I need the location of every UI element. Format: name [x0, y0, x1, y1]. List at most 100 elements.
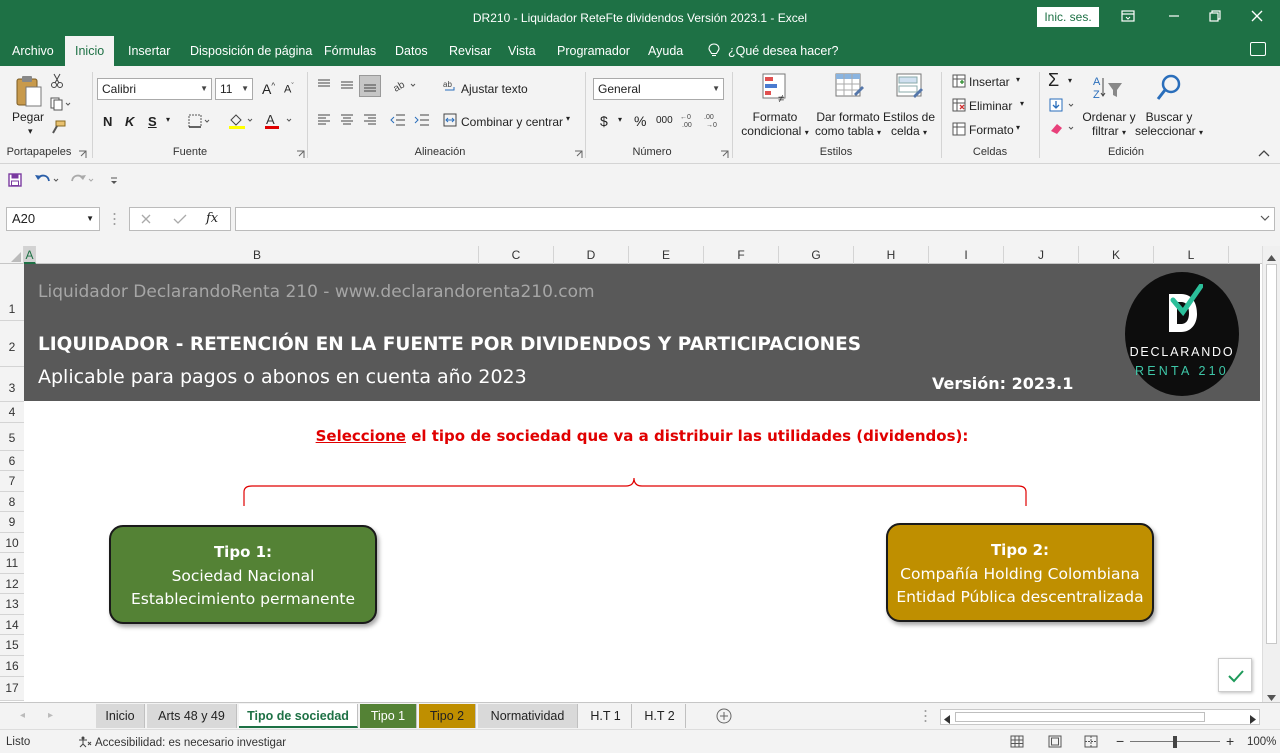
bold-button[interactable]: N	[103, 114, 112, 129]
column-header[interactable]: K	[1079, 246, 1154, 264]
tab-disposicion-de-pagina[interactable]: Disposición de página	[180, 36, 322, 66]
increase-decimal-icon[interactable]: ←0.00	[680, 111, 698, 132]
row-header[interactable]: 4	[0, 402, 24, 423]
prev-sheet-icon[interactable]: ◂	[20, 710, 25, 721]
column-header[interactable]: H	[854, 246, 929, 264]
tab-datos[interactable]: Datos	[385, 36, 438, 66]
comments-icon[interactable]	[1250, 42, 1266, 56]
conditional-format-label[interactable]: Formato condicional ▾	[740, 110, 810, 138]
row-header[interactable]: 12	[0, 574, 24, 594]
page-break-view-icon[interactable]	[1084, 735, 1098, 751]
accessibility-status[interactable]: Accesibilidad: es necesario investigar	[78, 736, 286, 749]
tab-formulas[interactable]: Fórmulas	[314, 36, 386, 66]
formula-input[interactable]	[235, 207, 1275, 231]
tab-insertar[interactable]: Insertar	[118, 36, 180, 66]
paste-label[interactable]: Pegar	[12, 110, 44, 124]
insert-cells-label[interactable]: Insertar	[969, 75, 1010, 89]
sort-filter-label[interactable]: Ordenar y filtrar ▾	[1080, 110, 1138, 138]
row-header[interactable]: 7	[0, 471, 24, 492]
insert-function-icon[interactable]: fx	[206, 211, 218, 226]
worksheet-grid[interactable]: Liquidador DeclarandoRenta 210 - www.dec…	[24, 264, 1262, 701]
align-bottom-icon[interactable]	[359, 75, 381, 97]
row-header[interactable]: 16	[0, 656, 24, 677]
format-cells-icon[interactable]	[952, 122, 966, 139]
find-select-icon[interactable]	[1155, 73, 1183, 106]
next-sheet-icon[interactable]: ▸	[48, 710, 53, 721]
delete-cells-label[interactable]: Eliminar	[969, 99, 1012, 113]
font-name-select[interactable]: Calibri ▼	[97, 78, 212, 100]
align-top-icon[interactable]	[317, 78, 331, 95]
increase-font-icon[interactable]: A^	[262, 81, 275, 97]
italic-button[interactable]: K	[125, 114, 134, 129]
undo-icon[interactable]	[34, 172, 60, 191]
autosum-dropdown-icon[interactable]: ▾	[1068, 76, 1072, 85]
decrease-indent-icon[interactable]	[390, 114, 406, 129]
column-header[interactable]: A	[24, 246, 36, 264]
row-header[interactable]: 13	[0, 594, 24, 615]
align-right-icon[interactable]	[363, 114, 377, 129]
sheet-tab-tipo-2[interactable]: Tipo 2	[419, 704, 476, 728]
align-center-icon[interactable]	[340, 114, 354, 129]
format-painter-icon[interactable]	[50, 120, 66, 137]
horizontal-scrollbar[interactable]	[940, 709, 1260, 725]
zoom-level[interactable]: 100%	[1247, 736, 1276, 748]
row-header[interactable]: 9	[0, 512, 24, 533]
row-header[interactable]: 14	[0, 615, 24, 635]
column-header[interactable]: I	[929, 246, 1004, 264]
vertical-scroll-thumb[interactable]	[1266, 264, 1277, 644]
decrease-font-icon[interactable]: Aˇ	[284, 83, 294, 96]
paste-icon[interactable]	[14, 74, 44, 113]
tab-ayuda[interactable]: Ayuda	[638, 36, 693, 66]
borders-icon[interactable]	[188, 114, 212, 131]
vertical-scrollbar[interactable]	[1262, 246, 1280, 702]
name-box[interactable]: A20 ▼	[6, 207, 100, 231]
sheet-tab-ht-1[interactable]: H.T 1	[580, 704, 632, 728]
scroll-left-icon[interactable]	[944, 713, 950, 727]
percent-button[interactable]: %	[634, 113, 646, 129]
alignment-launcher-icon[interactable]	[574, 148, 583, 162]
scroll-right-icon[interactable]	[1250, 713, 1256, 727]
page-layout-view-icon[interactable]	[1048, 735, 1062, 751]
paste-dropdown-icon[interactable]: ▾	[28, 126, 33, 137]
orientation-icon[interactable]: ab	[392, 78, 418, 95]
minimize-icon[interactable]	[1160, 6, 1188, 28]
expand-formula-icon[interactable]	[1260, 211, 1270, 225]
thousands-button[interactable]: 000	[656, 115, 673, 126]
tab-archivo[interactable]: Archivo	[2, 36, 64, 66]
row-header[interactable]: 2	[0, 321, 24, 367]
tab-split-grip-icon[interactable]	[924, 709, 927, 726]
redo-icon[interactable]	[69, 172, 95, 191]
cell-styles-icon[interactable]	[895, 72, 925, 107]
confirm-entry-icon[interactable]	[173, 213, 187, 228]
merge-dropdown-icon[interactable]: ▾	[566, 114, 570, 123]
zoom-slider-thumb[interactable]	[1173, 736, 1177, 748]
restore-icon[interactable]	[1201, 6, 1229, 28]
row-header[interactable]: 11	[0, 553, 24, 574]
column-header[interactable]: E	[629, 246, 704, 264]
customize-qat-icon[interactable]	[110, 175, 118, 189]
column-header[interactable]: L	[1154, 246, 1229, 264]
font-launcher-icon[interactable]	[296, 148, 305, 162]
sort-filter-icon[interactable]: AZ	[1092, 74, 1124, 105]
cancel-entry-icon[interactable]	[140, 213, 152, 228]
sheet-tab-tipo-de-sociedad[interactable]: Tipo de sociedad	[239, 704, 358, 728]
tab-vista[interactable]: Vista	[498, 36, 546, 66]
clear-icon[interactable]	[1049, 121, 1079, 138]
tab-programador[interactable]: Programador	[547, 36, 640, 66]
row-header[interactable]: 10	[0, 533, 24, 553]
collapse-ribbon-icon[interactable]	[1258, 146, 1270, 157]
type2-button[interactable]: Tipo 2: Compañía Holding Colombiana Entid…	[886, 523, 1154, 622]
font-size-select[interactable]: 11 ▼	[215, 78, 253, 100]
sheet-tab-arts-48-49[interactable]: Arts 48 y 49	[147, 704, 237, 728]
delete-cells-icon[interactable]	[952, 98, 966, 115]
row-header[interactable]: 3	[0, 367, 24, 402]
sign-in-button[interactable]: Inic. ses.	[1037, 7, 1099, 27]
row-header[interactable]: 1	[0, 264, 24, 321]
add-sheet-icon[interactable]	[716, 708, 732, 727]
cell-styles-label[interactable]: Estilos de celda ▾	[882, 110, 936, 138]
merge-center-icon[interactable]	[443, 113, 457, 130]
insert-dropdown-icon[interactable]: ▾	[1016, 75, 1020, 84]
increase-indent-icon[interactable]	[414, 114, 430, 129]
cut-icon[interactable]	[50, 73, 64, 92]
column-header[interactable]: F	[704, 246, 779, 264]
